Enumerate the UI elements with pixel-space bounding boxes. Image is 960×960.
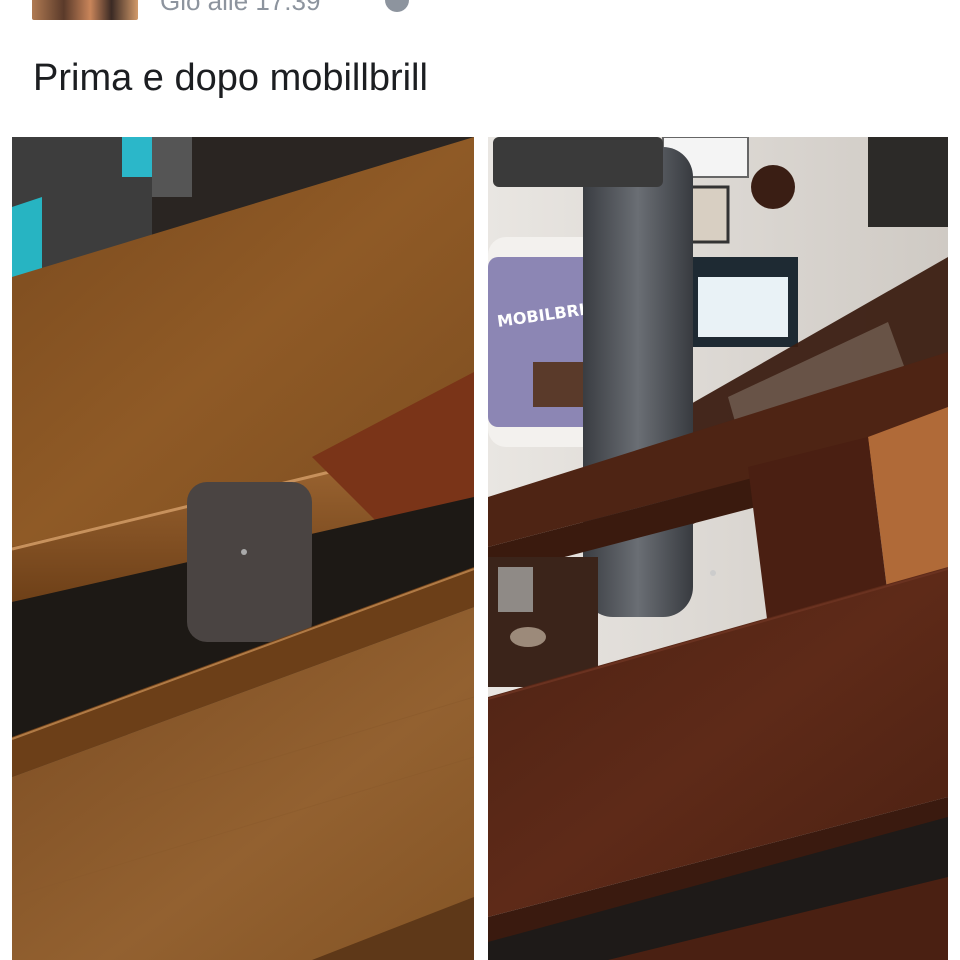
post-text: Prima e dopo mobillbrill bbox=[33, 57, 428, 99]
globe-icon bbox=[385, 0, 409, 12]
before-photo[interactable] bbox=[12, 137, 474, 960]
post-header: Gio alle 17:39 bbox=[0, 0, 960, 24]
before-photo-image bbox=[12, 137, 474, 960]
avatar[interactable] bbox=[32, 0, 138, 20]
after-photo-image: MOBILBRILL bbox=[488, 137, 948, 960]
after-photo[interactable]: MOBILBRILL bbox=[488, 137, 948, 960]
post-timestamp[interactable]: Gio alle 17:39 bbox=[160, 0, 320, 16]
